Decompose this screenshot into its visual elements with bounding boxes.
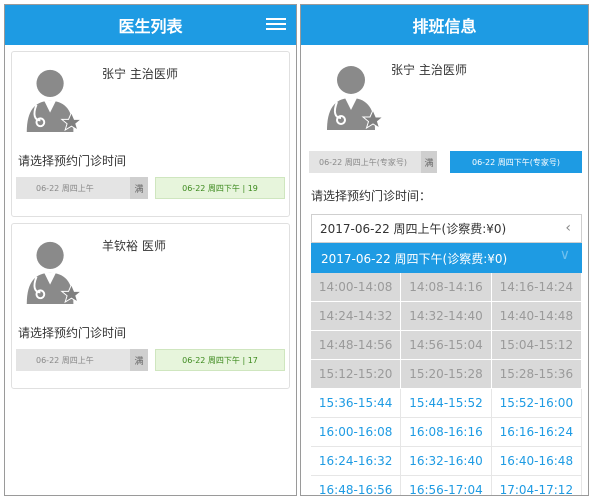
session-option-selected[interactable]: 2017-06-22 周四下午(诊察费:¥0) ∨ <box>311 243 582 273</box>
time-slot-cell[interactable]: 16:48-16:56 <box>311 476 402 495</box>
time-slot-cell: 14:32-14:40 <box>401 302 492 331</box>
time-slot-cell: 15:28-15:36 <box>491 360 582 389</box>
am-slot-label: 06-22 周四上午 <box>36 355 94 365</box>
pm-slot-button[interactable]: 06-22 周四下午(专家号) <box>450 151 582 173</box>
time-slot-cell: 15:12-15:20 <box>311 360 402 389</box>
left-header: 医生列表 <box>5 5 296 45</box>
time-slot-cell: 14:40-14:48 <box>491 302 582 331</box>
hamburger-icon[interactable] <box>266 15 286 33</box>
time-slot-cell[interactable]: 16:24-16:32 <box>311 447 402 476</box>
time-slot-cell[interactable]: 16:16-16:24 <box>491 418 582 447</box>
pm-slot-button[interactable]: 06-22 周四下午 | 17 <box>155 349 285 371</box>
am-slot-label: 06-22 周四上午(专家号) <box>319 157 408 167</box>
doctor-list-screen: 医生列表 张宁 主治医师 请选择预约门诊时间 06-22 周四上午 满 06-2… <box>4 4 297 496</box>
time-slot-cell: 15:04-15:12 <box>491 331 582 360</box>
doctor-name: 张宁 主治医师 <box>391 63 467 77</box>
full-badge: 满 <box>421 151 437 173</box>
page-title: 医生列表 <box>118 17 183 36</box>
page-title: 排班信息 <box>412 17 477 36</box>
time-slot-cell: 14:24-14:32 <box>311 302 402 331</box>
time-slot-cell[interactable]: 16:00-16:08 <box>311 418 402 447</box>
am-slot-button[interactable]: 06-22 周四上午(专家号) 满 <box>309 151 437 173</box>
slot-row: 06-22 周四上午 满 06-22 周四下午 | 19 <box>16 177 285 199</box>
time-slot-cell[interactable]: 16:56-17:04 <box>401 476 492 495</box>
doctor-avatar-icon <box>20 64 86 132</box>
schedule-screen: 排班信息 张宁 主治医师 06-22 周四上午(专家号) 满 06-22 周四下… <box>300 4 589 496</box>
session-option-label: 2017-06-22 周四下午(诊察费:¥0) <box>321 251 508 266</box>
am-slot-label: 06-22 周四上午 <box>36 183 94 193</box>
doctor-avatar-icon <box>20 236 86 304</box>
time-slot-cell[interactable]: 15:36-15:44 <box>311 389 402 418</box>
full-badge: 满 <box>130 349 148 371</box>
time-slot-cell[interactable]: 15:52-16:00 <box>491 389 582 418</box>
full-badge: 满 <box>130 177 148 199</box>
time-slot-cell: 14:56-15:04 <box>401 331 492 360</box>
right-header: 排班信息 <box>301 5 588 45</box>
session-select[interactable]: 2017-06-22 周四上午(诊察费:¥0) ‹ <box>311 214 582 243</box>
pm-slot-button[interactable]: 06-22 周四下午 | 19 <box>155 177 285 199</box>
session-select-value: 2017-06-22 周四上午(诊察费:¥0) <box>320 222 507 236</box>
time-slot-cell[interactable]: 16:40-16:48 <box>491 447 582 476</box>
chevron-down-icon: ∨ <box>559 247 570 263</box>
slot-row: 06-22 周四上午 满 06-22 周四下午 | 17 <box>16 349 285 371</box>
am-slot-button[interactable]: 06-22 周四上午 满 <box>16 177 148 199</box>
time-slot-cell: 14:08-14:16 <box>401 273 492 302</box>
time-slot-grid: 14:00-14:08 14:08-14:16 14:16-14:24 14:24-1… <box>311 273 582 495</box>
doctor-card[interactable]: 羊钦裕 医师 请选择预约门诊时间 06-22 周四上午 满 06-22 周四下午… <box>11 223 290 389</box>
slot-row: 06-22 周四上午(专家号) 满 06-22 周四下午(专家号) <box>309 151 582 173</box>
doctor-name: 羊钦裕 医师 <box>102 239 166 253</box>
time-slot-cell: 15:20-15:28 <box>401 360 492 389</box>
time-slot-cell[interactable]: 16:32-16:40 <box>401 447 492 476</box>
select-time-prompt: 请选择预约门诊时间： <box>311 189 432 203</box>
select-time-prompt: 请选择预约门诊时间 <box>18 326 127 340</box>
doctor-card[interactable]: 张宁 主治医师 请选择预约门诊时间 06-22 周四上午 满 06-22 周四下… <box>11 51 290 217</box>
time-slot-cell[interactable]: 17:04-17:12 <box>491 476 582 495</box>
select-time-prompt: 请选择预约门诊时间 <box>18 154 127 168</box>
chevron-left-icon: ‹ <box>565 220 571 236</box>
time-slot-cell: 14:00-14:08 <box>311 273 402 302</box>
time-slot-cell: 14:48-14:56 <box>311 331 402 360</box>
doctor-avatar-icon <box>321 59 387 131</box>
time-slot-cell: 14:16-14:24 <box>491 273 582 302</box>
time-slot-cell[interactable]: 16:08-16:16 <box>401 418 492 447</box>
am-slot-button[interactable]: 06-22 周四上午 满 <box>16 349 148 371</box>
time-slot-cell[interactable]: 15:44-15:52 <box>401 389 492 418</box>
doctor-name: 张宁 主治医师 <box>102 67 178 81</box>
